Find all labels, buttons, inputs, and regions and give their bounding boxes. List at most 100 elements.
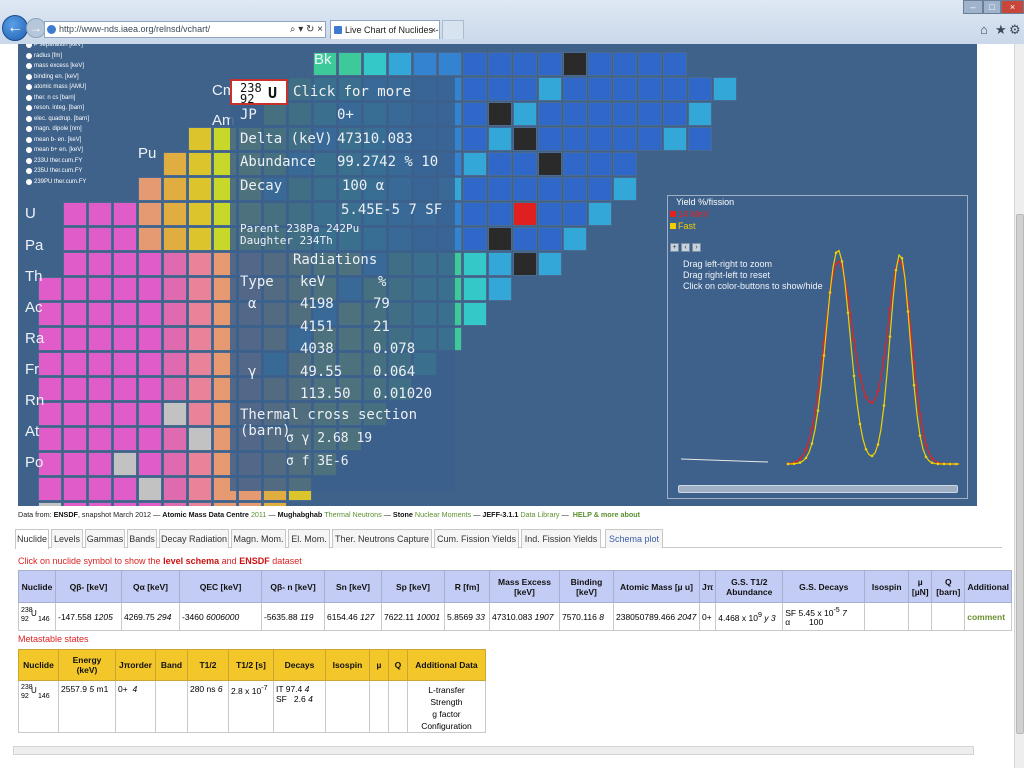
nuclide-cell[interactable] [463,127,487,151]
nuclide-cell[interactable] [488,127,512,151]
nuclide-cell[interactable] [163,327,187,351]
forward-button[interactable]: → [26,18,46,38]
ms-nuclide-cell[interactable]: 238 U 92 146 [18,680,59,733]
nuclide-cell[interactable] [588,177,612,201]
property-option[interactable]: mean b- en. [keV] [26,135,89,146]
nuclide-cell[interactable] [638,127,662,151]
yield-plot-range-slider[interactable] [678,485,958,493]
nuclide-cell[interactable] [463,302,487,326]
nuclide-cell[interactable] [538,202,562,226]
property-option[interactable]: 239PU ther.cum.FY [26,177,89,188]
property-option[interactable]: reson. integ. [barn] [26,103,89,114]
nuclide-cell[interactable] [613,177,637,201]
tab-magn-mom[interactable]: Magn. Mom. [231,529,286,548]
nuclide-cell[interactable] [163,177,187,201]
nuclide-cell[interactable] [538,252,562,276]
nuclide-cell[interactable] [88,427,112,451]
nuclide-cell[interactable] [613,77,637,101]
nuclide-cell[interactable] [513,52,537,76]
nuclide-cell[interactable] [138,202,162,226]
nuclide-cell[interactable] [513,77,537,101]
nuclide-cell[interactable] [188,202,212,226]
nuclide-cell[interactable] [513,127,537,151]
nuclide-cell[interactable] [413,52,437,76]
credit-mughabghab[interactable]: Mughabghab [278,510,323,519]
nuclide-cell[interactable] [663,102,687,126]
nuclide-cell[interactable] [163,202,187,226]
nuclide-cell[interactable] [63,302,87,326]
home-icon[interactable]: ⌂ [980,22,988,37]
nuclide-cell[interactable] [488,177,512,201]
nuclide-cell[interactable] [138,402,162,426]
nuclide-cell[interactable] [538,102,562,126]
nuclide-cell[interactable] [113,327,137,351]
nuclide-cell[interactable] [138,477,162,501]
nuclide-cell[interactable] [563,152,587,176]
nuclide-cell[interactable] [188,127,212,151]
nuclide-cell[interactable] [188,277,212,301]
back-button[interactable]: ← [2,15,28,41]
fission-yield-plot[interactable]: Yield %/fission 14 MeV Fast + ‹ › Drag l… [667,195,968,499]
nuclide-cell[interactable] [363,52,387,76]
ms-additional-configuration[interactable]: Configuration [410,720,483,732]
nuclide-cell[interactable] [138,352,162,376]
nuclide-cell[interactable] [188,502,212,506]
nuclide-cell[interactable] [188,402,212,426]
nuclide-cell[interactable] [138,277,162,301]
nuclide-cell[interactable] [63,502,87,506]
nuclide-cell[interactable] [63,227,87,251]
nuclide-symbol-button[interactable]: 238 92 U [230,79,288,106]
nuclide-cell[interactable] [188,452,212,476]
nuclide-cell[interactable] [38,427,62,451]
nuclide-cell[interactable] [588,52,612,76]
nuclide-cell[interactable] [163,227,187,251]
nuclide-cell[interactable] [88,352,112,376]
tab-ther-neutrons-capture[interactable]: Ther. Neutrons Capture [332,529,432,548]
nuclide-cell[interactable] [463,77,487,101]
nuclide-cell[interactable] [463,102,487,126]
nuclide-cell[interactable] [563,227,587,251]
nuclide-cell[interactable] [588,77,612,101]
nuclide-cell[interactable] [513,252,537,276]
nuclide-cell[interactable] [113,452,137,476]
page-horizontal-scrollbar[interactable] [13,746,974,755]
nuclide-cell[interactable] [163,302,187,326]
nuclide-cell[interactable] [188,352,212,376]
nuclide-cell[interactable] [588,152,612,176]
nuclide-cell[interactable] [88,302,112,326]
address-bar[interactable]: http://www-nds.iaea.org/relnsd/vchart/ ⌕… [44,21,326,38]
nuclide-cell[interactable] [188,227,212,251]
property-option[interactable]: ther. n cs [barn] [26,93,89,104]
nuclide-cell[interactable] [688,127,712,151]
nuclide-cell[interactable] [463,202,487,226]
address-tools[interactable]: ⌕ ▾ ↻ × [290,22,323,37]
nuclide-cell[interactable] [163,377,187,401]
nuclide-cell[interactable] [63,377,87,401]
nuclide-cell[interactable] [138,377,162,401]
vertical-scroll-thumb[interactable] [1016,214,1024,734]
tab-close-icon[interactable]: × [431,21,436,39]
nuclide-cell[interactable] [213,502,237,506]
nuclide-cell[interactable] [563,127,587,151]
nuclide-cell[interactable] [563,202,587,226]
property-option[interactable]: atomic mass [AMU] [26,82,89,93]
nuclide-cell[interactable] [63,352,87,376]
nuclide-cell[interactable] [63,202,87,226]
click-for-more-link[interactable]: Click for more [293,84,411,100]
ms-additional-gfactor[interactable]: g factor [410,708,483,720]
property-option[interactable]: 235U ther.cum.FY [26,166,89,177]
tab-gammas[interactable]: Gammas [85,529,125,548]
help-link[interactable]: HELP & more about [573,510,640,519]
nuclide-cell[interactable] [88,202,112,226]
nuclide-cell[interactable] [663,127,687,151]
nuclide-cell[interactable] [488,52,512,76]
nuclide-cell[interactable] [488,77,512,101]
nuclide-cell[interactable] [538,177,562,201]
nuclide-cell[interactable] [63,427,87,451]
gs-nuclide-cell[interactable]: 238 U 92 146 [18,602,56,631]
property-option[interactable]: magn. dipole [nm] [26,124,89,135]
nuclide-cell[interactable] [538,152,562,176]
nuclide-cell[interactable] [563,52,587,76]
maximize-button[interactable]: □ [983,0,1001,14]
nuclide-cell[interactable] [188,427,212,451]
